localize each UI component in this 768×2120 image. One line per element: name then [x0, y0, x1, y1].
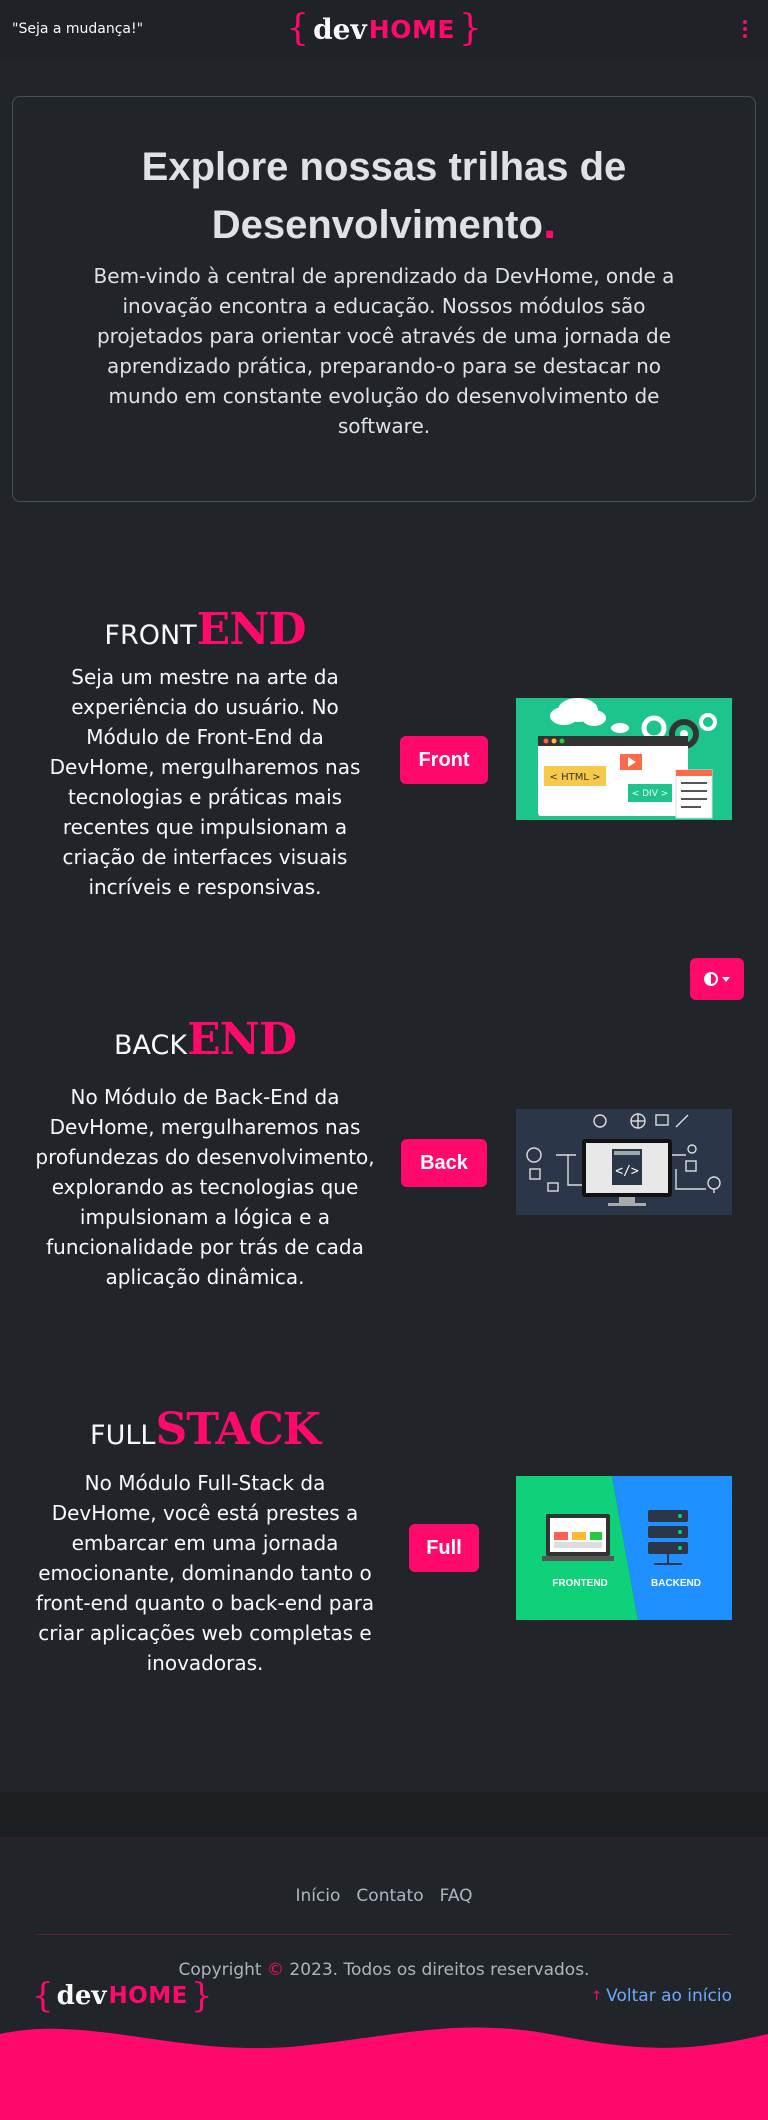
html-tag-label: < HTML > [550, 772, 601, 783]
div-tag-label: < DIV > [632, 789, 669, 799]
footer-logo[interactable]: { dev HOME } [32, 1978, 213, 2014]
footer-wave [0, 2027, 768, 2120]
footer-top-bar [0, 1792, 768, 1838]
hero-title: Explore nossas trilhas de Desenvolviment… [141, 145, 627, 249]
logo-brace-close: } [458, 8, 482, 49]
logo-dev: dev [313, 12, 367, 46]
slogan: "Seja a mudança!" [12, 21, 144, 37]
copyright-text: Copyright © 2023. Todos os direitos rese… [178, 1960, 590, 1980]
footer-nav: Início Contato FAQ [0, 1886, 768, 1906]
caret-down-icon [722, 976, 730, 982]
frontend-label: FRONTEND [552, 1578, 608, 1589]
footer-link-inicio[interactable]: Início [295, 1886, 340, 1906]
theme-toggle-button[interactable] [690, 958, 744, 1000]
hero-card: Explore nossas trilhas de Desenvolviment… [12, 96, 756, 502]
track-description: No Módulo Full-Stack da DevHome, você es… [35, 1471, 375, 1675]
svg-text:</>: </> [615, 1164, 639, 1179]
footer-divider [36, 1934, 732, 1935]
backend-label: BACKEND [651, 1578, 701, 1589]
track-title: FULL STACK [90, 1404, 321, 1455]
back-button[interactable]: Back [401, 1139, 487, 1187]
track-backend: BACK END No Módulo de Back-End da DevHome… [0, 1000, 768, 1300]
track-fullstack: FULL STACK No Módulo Full-Stack da DevHom… [0, 1390, 768, 1710]
copyright-symbol: © [267, 1960, 285, 1980]
track-description: No Módulo de Back-End da DevHome, mergul… [35, 1085, 375, 1289]
track-description: Seja um mestre na arte da experiência do… [49, 665, 361, 899]
back-to-top-link[interactable]: ↑ Voltar ao início [591, 1986, 732, 2006]
brand-logo[interactable]: { dev HOME } [286, 10, 482, 48]
navbar: "Seja a mudança!" { dev HOME } [0, 0, 768, 58]
backend-illustration: </> [516, 1109, 732, 1215]
track-title: FRONT END [104, 604, 306, 655]
logo-brace-open: { [286, 8, 310, 49]
track-title: BACK END [114, 1014, 297, 1065]
arrow-up-icon: ↑ [591, 1988, 603, 2004]
track-frontend: FRONT END Seja um mestre na arte da exper… [0, 560, 768, 900]
fullstack-illustration: FRONTEND BACKEND [516, 1476, 732, 1620]
front-button[interactable]: Front [400, 736, 488, 784]
footer-link-contato[interactable]: Contato [356, 1886, 423, 1906]
contrast-icon [704, 972, 718, 986]
logo-home: HOME [368, 14, 455, 44]
footer-link-faq[interactable]: FAQ [440, 1886, 473, 1906]
menu-kebab-icon[interactable] [734, 15, 756, 43]
full-button[interactable]: Full [409, 1524, 479, 1572]
frontend-illustration: < HTML > < DIV > [516, 698, 732, 820]
hero-text: Bem-vindo à central de aprendizado da De… [93, 264, 675, 438]
hero-title-dot: . [542, 196, 557, 249]
